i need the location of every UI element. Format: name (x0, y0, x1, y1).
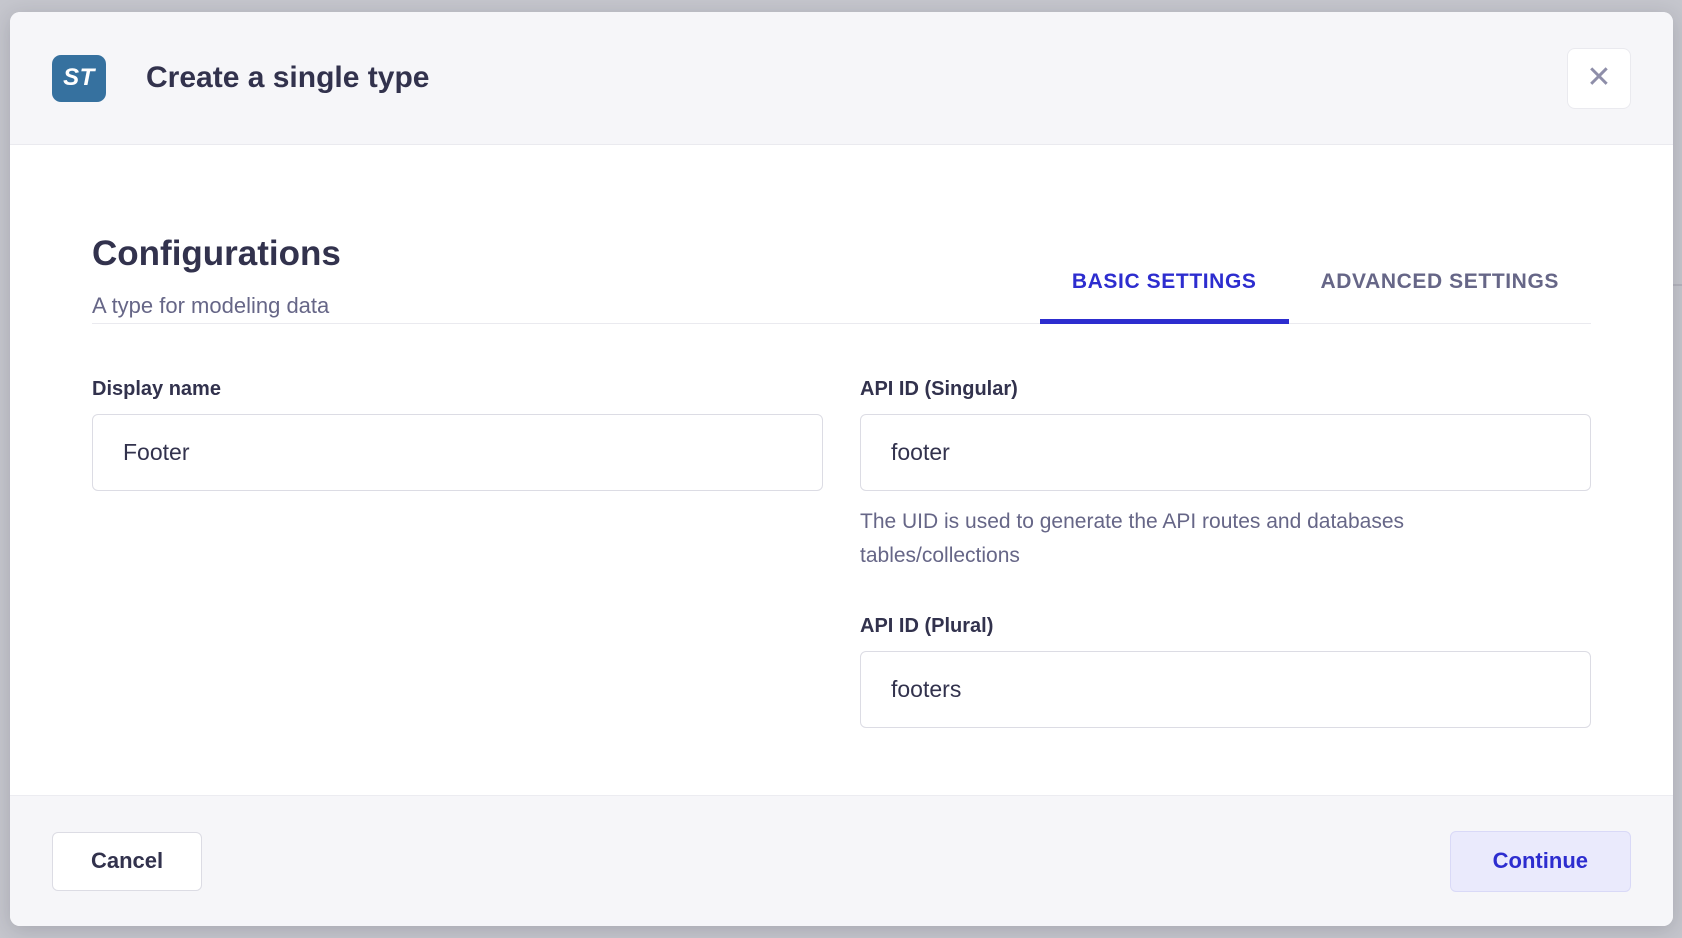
close-icon: ✕ (1586, 63, 1611, 93)
api-id-singular-label: API ID (Singular) (860, 376, 1591, 402)
api-id-singular-group: API ID (Singular) The UID is used to gen… (860, 376, 1591, 573)
single-type-badge-label: ST (63, 64, 95, 92)
tab-advanced-settings[interactable]: ADVANCED SETTINGS (1289, 270, 1592, 324)
configuration-form: Display name API ID (Singular) The UID i… (92, 376, 1591, 728)
create-single-type-modal: ST Create a single type ✕ Configurations… (10, 12, 1673, 926)
tab-basic-settings[interactable]: BASIC SETTINGS (1040, 270, 1289, 324)
display-name-label: Display name (92, 376, 823, 402)
modal-header: ST Create a single type ✕ (10, 12, 1673, 145)
page-title: Configurations (92, 232, 1040, 276)
modal-footer: Cancel Continue (10, 795, 1673, 926)
display-name-group: Display name (92, 376, 823, 491)
cancel-button[interactable]: Cancel (52, 832, 202, 891)
modal-body: Configurations A type for modeling data … (10, 145, 1673, 795)
backdrop-artifact (1672, 284, 1682, 286)
api-id-plural-input[interactable] (860, 651, 1591, 728)
single-type-badge-icon: ST (52, 55, 106, 102)
api-id-plural-label: API ID (Plural) (860, 613, 1591, 639)
api-id-singular-hint: The UID is used to generate the API rout… (860, 505, 1470, 573)
page-subtitle: A type for modeling data (92, 290, 1040, 323)
continue-button[interactable]: Continue (1450, 831, 1631, 892)
api-id-singular-input[interactable] (860, 414, 1591, 491)
section-head: Configurations A type for modeling data … (92, 232, 1591, 324)
settings-tabs: BASIC SETTINGS ADVANCED SETTINGS (1040, 270, 1591, 324)
form-column-left: Display name (92, 376, 823, 728)
section-head-text: Configurations A type for modeling data (92, 232, 1040, 323)
form-column-right: API ID (Singular) The UID is used to gen… (860, 376, 1591, 728)
modal-title: Create a single type (146, 61, 429, 95)
close-button[interactable]: ✕ (1567, 48, 1631, 109)
api-id-plural-group: API ID (Plural) (860, 613, 1591, 728)
display-name-input[interactable] (92, 414, 823, 491)
